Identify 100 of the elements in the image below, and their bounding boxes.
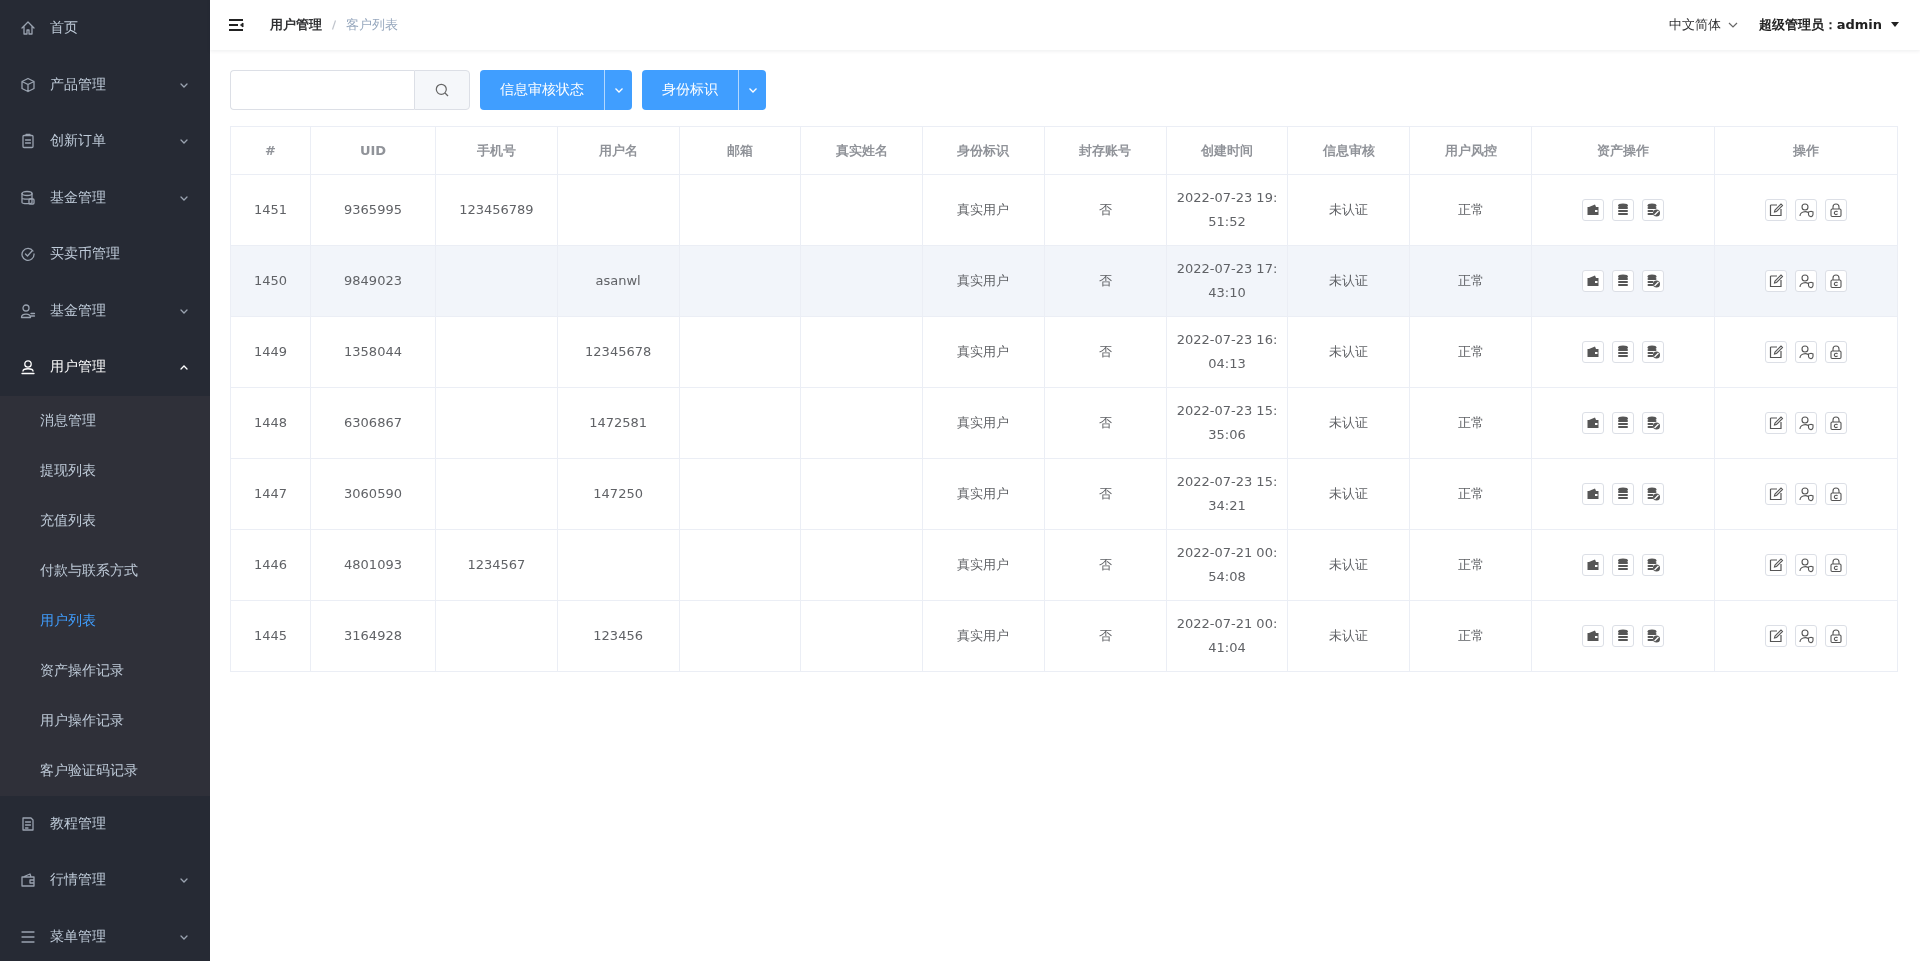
edit-icon[interactable] bbox=[1765, 483, 1787, 505]
user-icon bbox=[20, 302, 36, 319]
wallet-icon[interactable] bbox=[1582, 341, 1604, 363]
user-shield-icon[interactable] bbox=[1795, 412, 1817, 434]
submenu-item[interactable]: 资产操作记录 bbox=[0, 645, 210, 696]
user-shield-icon[interactable] bbox=[1795, 554, 1817, 576]
submenu-item[interactable]: 客户验证码记录 bbox=[0, 745, 210, 796]
menu-item[interactable]: 创新订单 bbox=[0, 113, 210, 170]
coins-icon[interactable] bbox=[1612, 412, 1634, 434]
table-cell: 未认证 bbox=[1329, 344, 1369, 359]
column-header: 操作 bbox=[1714, 126, 1898, 175]
submenu-item[interactable]: 提现列表 bbox=[0, 445, 210, 496]
table-cell: 未认证 bbox=[1329, 273, 1369, 288]
coins-blocked-icon[interactable] bbox=[1642, 199, 1664, 221]
table-cell: 真实用户 bbox=[957, 344, 1010, 359]
submenu-item[interactable]: 消息管理 bbox=[0, 395, 210, 446]
table-cell: 否 bbox=[1098, 202, 1112, 217]
column-header: 信息审核 bbox=[1287, 126, 1410, 175]
edit-icon[interactable] bbox=[1765, 199, 1787, 221]
menu-item[interactable]: 教程管理 bbox=[0, 795, 210, 852]
column-header: 创建时间 bbox=[1166, 126, 1288, 175]
user-shield-icon[interactable] bbox=[1795, 625, 1817, 647]
slash-icon bbox=[331, 19, 337, 31]
table-cell: 147250 bbox=[593, 486, 643, 501]
language-selector[interactable]: 中文简体 bbox=[1668, 16, 1721, 34]
table-cell: 否 bbox=[1098, 344, 1112, 359]
wallet-icon[interactable] bbox=[1582, 270, 1604, 292]
breadcrumb-item: 客户列表 bbox=[346, 16, 398, 34]
coins-blocked-icon[interactable] bbox=[1642, 483, 1664, 505]
lock-icon[interactable] bbox=[1825, 412, 1847, 434]
table-cell: 未认证 bbox=[1329, 628, 1369, 643]
edit-icon[interactable] bbox=[1765, 412, 1787, 434]
coins-blocked-icon[interactable] bbox=[1642, 412, 1664, 434]
edit-icon[interactable] bbox=[1765, 341, 1787, 363]
user-shield-icon[interactable] bbox=[1795, 199, 1817, 221]
edit-icon[interactable] bbox=[1765, 554, 1787, 576]
table-cell: 正常 bbox=[1457, 628, 1484, 643]
menu-item[interactable]: 基金管理 bbox=[0, 169, 210, 226]
table-cell: 正常 bbox=[1457, 344, 1484, 359]
table-cell: 1445 bbox=[253, 628, 288, 643]
dropdown-toggle[interactable] bbox=[604, 70, 632, 110]
column-header: # bbox=[230, 126, 311, 175]
coins-icon[interactable] bbox=[1612, 341, 1634, 363]
column-header: 身份标识 bbox=[922, 126, 1045, 175]
table-cell: 未认证 bbox=[1329, 486, 1369, 501]
coins-blocked-icon[interactable] bbox=[1642, 270, 1664, 292]
menu-item[interactable]: 首页 bbox=[0, 0, 210, 57]
column-header: 封存账号 bbox=[1044, 126, 1167, 175]
table-cell: 2022-07-23 17: 43:10 bbox=[1176, 261, 1278, 300]
table-cell: 真实用户 bbox=[957, 415, 1010, 430]
wallet-icon[interactable] bbox=[1582, 412, 1604, 434]
caret-icon[interactable] bbox=[1890, 22, 1900, 28]
table-cell: 1451 bbox=[253, 202, 288, 217]
menu-item[interactable]: 行情管理 bbox=[0, 852, 210, 909]
menu-item[interactable]: 产品管理 bbox=[0, 56, 210, 113]
lock-icon[interactable] bbox=[1825, 199, 1847, 221]
dropdown-toggle[interactable] bbox=[738, 70, 766, 110]
coins-icon[interactable] bbox=[1612, 199, 1634, 221]
lock-icon[interactable] bbox=[1825, 483, 1847, 505]
table-cell: 12345678 bbox=[585, 344, 652, 359]
menu-item[interactable]: 用户管理 bbox=[0, 339, 210, 396]
table-cell: asanwl bbox=[595, 273, 641, 288]
wallet-icon[interactable] bbox=[1582, 554, 1604, 576]
cube-icon bbox=[20, 76, 36, 93]
user-shield-icon[interactable] bbox=[1795, 341, 1817, 363]
search-field[interactable] bbox=[230, 70, 414, 110]
user-menu[interactable]: 超级管理员：admin bbox=[1758, 16, 1882, 34]
table-cell: 正常 bbox=[1457, 202, 1484, 217]
lock-icon[interactable] bbox=[1825, 554, 1847, 576]
coins-icon[interactable] bbox=[1612, 483, 1634, 505]
table-cell: 否 bbox=[1098, 486, 1112, 501]
coins-icon[interactable] bbox=[1612, 270, 1634, 292]
wallet-icon[interactable] bbox=[1582, 483, 1604, 505]
menu-item[interactable]: 基金管理 bbox=[0, 282, 210, 339]
edit-icon[interactable] bbox=[1765, 270, 1787, 292]
wallet-icon[interactable] bbox=[1582, 199, 1604, 221]
lock-icon[interactable] bbox=[1825, 625, 1847, 647]
menu-item[interactable]: 菜单管理 bbox=[0, 908, 210, 961]
submenu-item[interactable]: 用户操作记录 bbox=[0, 695, 210, 746]
coins-icon[interactable] bbox=[1612, 625, 1634, 647]
table-cell: 未认证 bbox=[1329, 557, 1369, 572]
coins-blocked-icon[interactable] bbox=[1642, 341, 1664, 363]
coins-icon[interactable] bbox=[1612, 554, 1634, 576]
database-icon bbox=[20, 189, 36, 206]
submenu-item[interactable]: 用户列表 bbox=[0, 595, 210, 646]
lock-icon[interactable] bbox=[1825, 270, 1847, 292]
submenu-item[interactable]: 充值列表 bbox=[0, 495, 210, 546]
lock-icon[interactable] bbox=[1825, 341, 1847, 363]
menu-fold-icon[interactable] bbox=[228, 18, 244, 32]
breadcrumb-item[interactable]: 用户管理 bbox=[270, 16, 322, 34]
coins-blocked-icon[interactable] bbox=[1642, 625, 1664, 647]
column-header: UID bbox=[310, 126, 436, 175]
edit-icon[interactable] bbox=[1765, 625, 1787, 647]
column-header: 资产操作 bbox=[1531, 126, 1715, 175]
menu-item[interactable]: 买卖币管理 bbox=[0, 226, 210, 283]
user-shield-icon[interactable] bbox=[1795, 483, 1817, 505]
coins-blocked-icon[interactable] bbox=[1642, 554, 1664, 576]
wallet-icon[interactable] bbox=[1582, 625, 1604, 647]
user-shield-icon[interactable] bbox=[1795, 270, 1817, 292]
submenu-item[interactable]: 付款与联系方式 bbox=[0, 545, 210, 596]
